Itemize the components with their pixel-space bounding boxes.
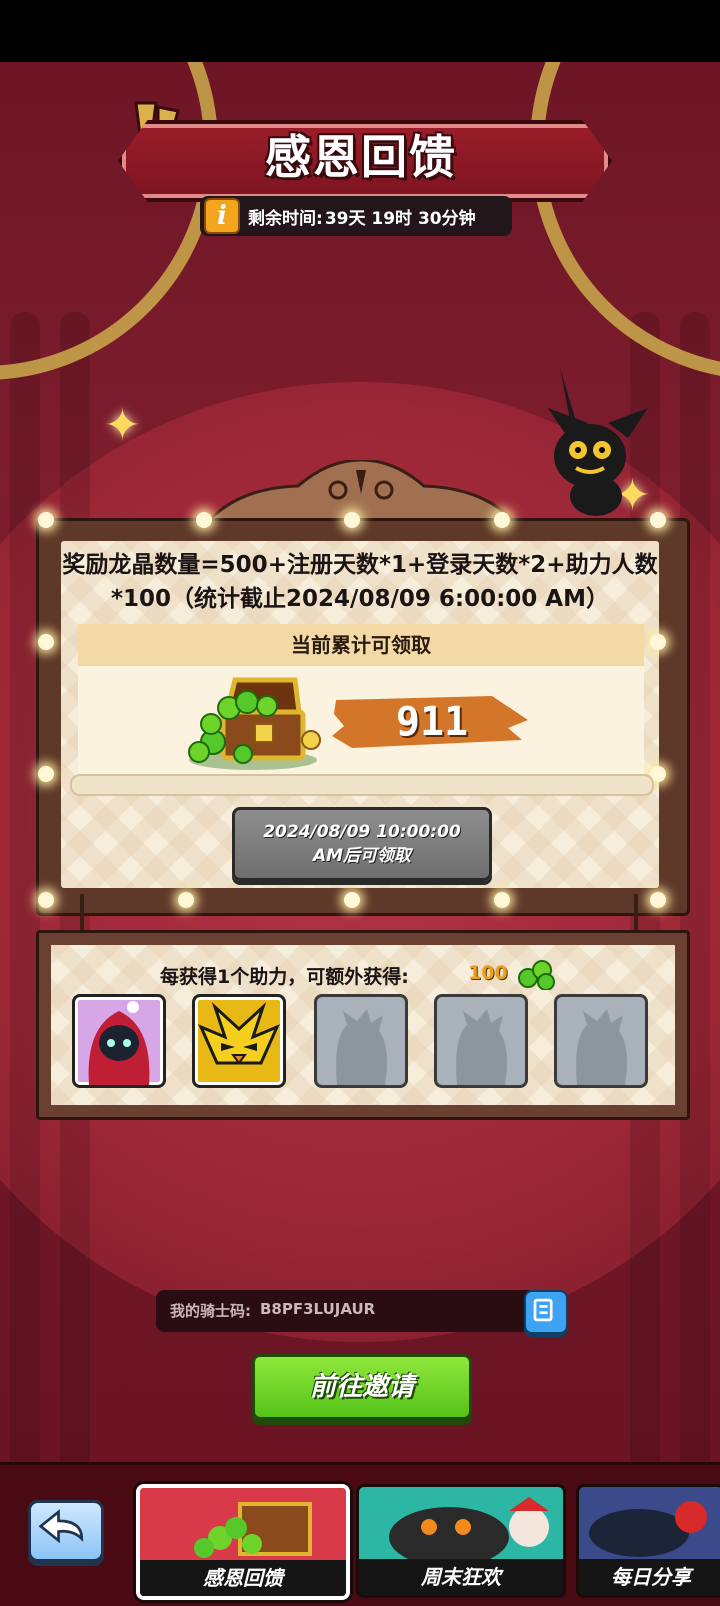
tab-daily-share[interactable]: 每日分享 (576, 1484, 720, 1598)
helper-slot-empty[interactable] (314, 994, 408, 1088)
invite-button[interactable]: 前往邀请 (252, 1354, 472, 1420)
sparkle-icon: ✦ (104, 400, 141, 451)
board-crest-decoration (208, 460, 514, 522)
helper-slot-yellow-bird-hero[interactable] (192, 994, 286, 1088)
helper-bonus-text: 每获得1个助力，可额外获得: (160, 966, 409, 988)
page-title: 感恩回馈 (265, 130, 457, 184)
remaining-time-pill: i 剩余时间: 39天 19时 30分钟 (200, 196, 512, 236)
time-label: 剩余时间: (248, 208, 323, 229)
treasure-chest-gems-icon (188, 677, 321, 770)
thanksgiving-tab-art (140, 1488, 346, 1560)
copy-icon (533, 1298, 553, 1322)
helper-slot-empty[interactable] (554, 994, 648, 1088)
time-value: 39天 19时 30分钟 (324, 208, 476, 229)
knight-code-label: 我的骑士码: (170, 1302, 251, 1320)
reward-formula: 奖励龙晶数量=500+注册天数*1+登录天数*2+助力人数*100（统计截止20… (62, 552, 658, 612)
status-bar (0, 0, 720, 62)
hooded-hero-avatar (88, 1001, 150, 1085)
knight-code-value: B8PF3LUJAUR (260, 1300, 376, 1318)
weekend-tab-art (359, 1487, 563, 1559)
current-claimable-label: 当前累计可领取 (78, 624, 644, 668)
tab-weekend-carnival[interactable]: 周末狂欢 (356, 1484, 566, 1598)
tab-label: 每日分享 (579, 1559, 720, 1595)
helper-slot-hooded-hero[interactable] (72, 994, 166, 1088)
empty-helper-silhouette-icon (336, 1009, 387, 1085)
back-arrow-icon (38, 1509, 84, 1544)
empty-helper-silhouette-icon (576, 1009, 627, 1085)
claimable-amount: 911 (395, 699, 469, 745)
helper-slot-empty[interactable] (434, 994, 528, 1088)
yellow-bird-hero-avatar (198, 1001, 280, 1065)
tab-thanksgiving[interactable]: 感恩回馈 (136, 1484, 350, 1600)
claim-button[interactable]: 2024/08/09 10:00:00 AM后可领取 (232, 807, 492, 881)
dragon-crystal-icon (518, 960, 555, 990)
daily-share-tab-art (579, 1487, 720, 1559)
black-cat-creature-icon (548, 368, 648, 516)
tab-label: 周末狂欢 (359, 1559, 563, 1595)
info-icon[interactable]: i (204, 198, 240, 234)
tab-label: 感恩回馈 (140, 1560, 346, 1596)
back-button[interactable] (28, 1500, 104, 1562)
copy-code-button[interactable] (524, 1290, 568, 1334)
claim-button-label: 2024/08/09 10:00:00 AM后可领取 (263, 822, 461, 866)
helper-bonus-amount: 100 (468, 962, 508, 984)
empty-helper-silhouette-icon (456, 1009, 507, 1085)
